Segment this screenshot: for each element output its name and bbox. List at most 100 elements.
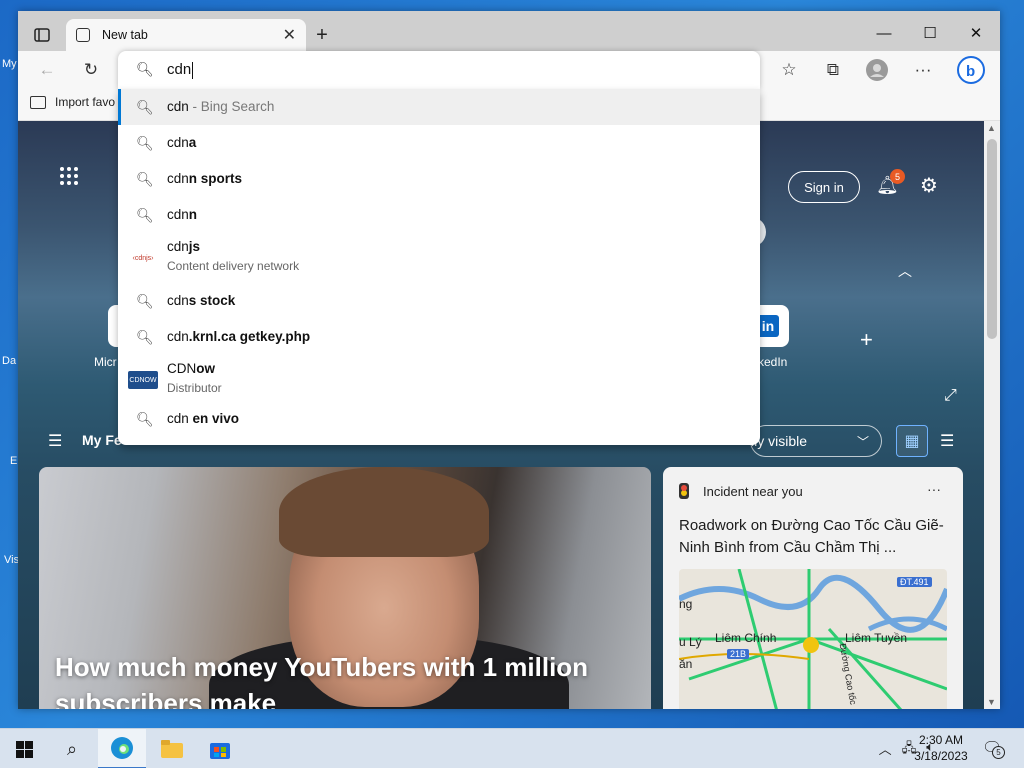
grid-layout-icon[interactable]: ▦: [896, 425, 928, 457]
cdnjs-logo: ‹cdnjs›: [132, 254, 154, 262]
suggestion-item[interactable]: 🔍︎ cdn.krnl.ca getkey.php: [118, 319, 760, 355]
suggestion-subtitle: Content delivery network: [167, 259, 300, 273]
suggestion-item[interactable]: 🔍︎ cdn en vivo: [118, 401, 760, 437]
minimize-button[interactable]: —: [861, 21, 907, 45]
taskbar-edge-icon[interactable]: [98, 729, 146, 768]
expand-icon[interactable]: ⤢: [944, 387, 957, 405]
taskbar-search-icon[interactable]: ⌕: [48, 729, 96, 768]
suggestion-item[interactable]: ‹cdnjs› cdnjs Content delivery network: [118, 233, 760, 283]
address-bar-input[interactable]: cdn: [167, 61, 191, 78]
suggestion-text: CDNow: [167, 361, 215, 376]
page-scrollbar[interactable]: ▲ ▼: [984, 121, 1000, 709]
favorites-star-icon[interactable]: ☆: [774, 57, 804, 83]
search-icon: 🔍︎: [136, 61, 154, 77]
suggestion-item[interactable]: 🔍︎ cdnn sports: [118, 161, 760, 197]
tab-new-tab[interactable]: New tab ✕: [66, 19, 306, 51]
text-caret: [192, 61, 194, 79]
suggestion-text: cdn - Bing Search: [167, 99, 275, 114]
suggestion-item[interactable]: 🔍︎ cdn - Bing Search: [118, 89, 760, 125]
incident-headline[interactable]: Roadwork on Đường Cao Tốc Cầu Giẽ-Ninh B…: [679, 515, 951, 559]
suggestion-item[interactable]: 🔍︎ cdns stock: [118, 283, 760, 319]
notification-count-badge: 5: [992, 746, 1005, 759]
sign-in-button[interactable]: Sign in: [788, 171, 860, 203]
map-label: ăn: [679, 657, 693, 671]
notifications-bell-icon[interactable]: 🔔︎ 5: [876, 169, 905, 196]
back-arrow-icon[interactable]: ←: [32, 57, 62, 83]
suggestion-text: cdn en vivo: [167, 411, 240, 426]
taskbar-store-icon[interactable]: [196, 729, 244, 768]
import-favorites-label: Import favo: [55, 95, 116, 109]
cdnow-logo: CDNOW: [128, 371, 158, 389]
address-bar[interactable]: 🔍︎ cdn: [118, 51, 760, 89]
hero-news-card[interactable]: How much money YouTubers with 1 million …: [39, 467, 651, 709]
suggestion-item[interactable]: 🔍︎ cdnn: [118, 197, 760, 233]
search-icon: 🔍︎: [136, 99, 154, 115]
start-button[interactable]: [0, 729, 48, 768]
quick-link-label: Micr: [94, 355, 117, 369]
search-icon: 🔍︎: [136, 171, 154, 187]
suggestion-text: cdnjs: [167, 239, 201, 254]
suggestion-text: cdnn sports: [167, 171, 243, 186]
hero-headline[interactable]: How much money YouTubers with 1 million …: [55, 649, 635, 709]
map-road-tag: ĐT.491: [897, 577, 932, 587]
notification-badge: 5: [890, 169, 905, 184]
desktop-icon-label[interactable]: My: [2, 58, 17, 70]
tab-actions-icon[interactable]: [28, 21, 56, 49]
tab-bar: New tab ✕ + — ☐ ✕: [18, 11, 1000, 51]
chevron-up-icon[interactable]: ︿: [898, 261, 912, 281]
map-label: Liêm Tuyền: [845, 631, 908, 645]
scroll-down-icon[interactable]: ▼: [987, 697, 996, 707]
quick-link-label: kedIn: [758, 355, 788, 369]
desktop-icon-label[interactable]: Vis: [4, 554, 19, 566]
search-icon: 🔍︎: [136, 207, 154, 223]
app-launcher-icon[interactable]: [60, 167, 78, 185]
suggestion-text: cdn.krnl.ca getkey.php: [167, 329, 311, 344]
list-layout-icon[interactable]: ☰: [940, 431, 954, 451]
refresh-icon[interactable]: ↻: [76, 57, 106, 83]
suggestion-item[interactable]: 🔍︎ cdna: [118, 125, 760, 161]
close-tab-icon[interactable]: ✕: [283, 25, 296, 45]
tab-title: New tab: [102, 28, 148, 42]
search-icon: 🔍︎: [136, 293, 154, 309]
incident-header: Incident near you: [679, 483, 803, 499]
bing-chat-icon[interactable]: b: [956, 56, 986, 84]
content-visibility-dropdown[interactable]: lly visible ﹀: [750, 425, 882, 457]
desktop-icon-label[interactable]: E: [10, 455, 17, 467]
suggestion-item[interactable]: CDNOW CDNow Distributor: [118, 355, 760, 401]
incident-title: Incident near you: [703, 483, 803, 499]
hero-image: [279, 467, 489, 557]
add-shortcut-icon[interactable]: +: [860, 327, 873, 353]
action-center-icon[interactable]: 🗨︎ 5: [982, 738, 1005, 759]
chevron-down-icon: ﹀: [856, 435, 869, 449]
profile-avatar[interactable]: [862, 57, 892, 83]
more-options-icon[interactable]: ···: [927, 481, 941, 497]
import-favorites-button[interactable]: Import favo: [30, 95, 115, 109]
maximize-button[interactable]: ☐: [907, 21, 953, 45]
taskbar: ⌕ ︿ 🖧︎ 🔈︎ 2:30 AM 3/18/2023 🗨︎ 5: [0, 728, 1024, 768]
taskbar-file-explorer-icon[interactable]: [148, 729, 196, 768]
svg-text:b: b: [966, 63, 975, 80]
suggestion-text: cdns stock: [167, 293, 236, 308]
new-tab-plus-icon[interactable]: +: [308, 21, 336, 49]
hamburger-menu-icon[interactable]: ☰: [48, 431, 62, 451]
desktop-icon-label[interactable]: Da: [2, 355, 16, 367]
collections-icon[interactable]: ⧉: [818, 57, 848, 83]
search-icon: 🔍︎: [136, 135, 154, 151]
linkedin-icon: in: [757, 315, 779, 337]
scrollbar-thumb[interactable]: [987, 139, 997, 339]
clock-date: 3/18/2023: [914, 749, 968, 763]
close-window-button[interactable]: ✕: [953, 21, 999, 45]
suggestion-subtitle: Distributor: [167, 381, 222, 395]
tray-chevron-up-icon[interactable]: ︿: [879, 739, 892, 761]
system-clock[interactable]: 2:30 AM 3/18/2023: [910, 732, 972, 764]
my-feed-tab[interactable]: My Fe: [82, 432, 122, 448]
folder-icon: [30, 95, 46, 109]
search-icon: 🔍︎: [136, 329, 154, 345]
map-label: Liêm Chính: [715, 631, 777, 645]
more-options-icon[interactable]: ···: [908, 57, 938, 83]
settings-gear-icon[interactable]: ⚙: [920, 173, 938, 198]
traffic-map[interactable]: Liêm Chính Liêm Tuyền u Lý ăn ng Đường C…: [679, 569, 947, 709]
incident-card[interactable]: Incident near you ··· Roadwork on Đường …: [663, 467, 963, 709]
scroll-up-icon[interactable]: ▲: [987, 123, 996, 133]
traffic-light-icon: [679, 483, 689, 499]
